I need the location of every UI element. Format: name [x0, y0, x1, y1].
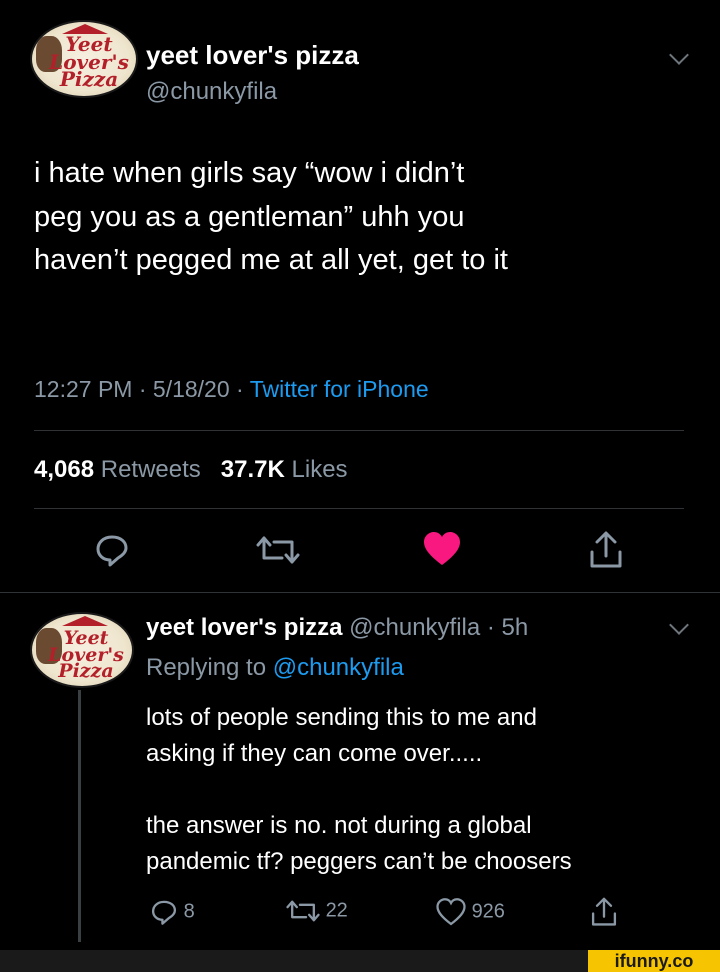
reply-retweet-action[interactable]: 22 — [286, 898, 348, 924]
divider — [34, 508, 684, 509]
likes-count: 37.7K — [220, 456, 285, 483]
retweets-label: Retweets — [100, 456, 201, 483]
tweet-text-line: i hate when girls say “wow i didn’t — [34, 157, 465, 189]
retweet-icon — [286, 900, 320, 922]
heart-filled-icon[interactable] — [422, 531, 462, 567]
retweets-count: 4,068 — [34, 456, 95, 483]
watermark: ifunny.co — [588, 950, 720, 972]
heart-outline-icon — [436, 898, 466, 926]
avatar-roof-graphic — [62, 616, 108, 626]
reply-count: 8 — [183, 900, 195, 923]
tweet-source[interactable]: Twitter for iPhone — [250, 376, 429, 402]
avatar-logo-text: Yeet Lover's Pizza — [48, 627, 124, 683]
reply-text: lots of people sending this to me and as… — [146, 700, 706, 880]
avatar-logo-text: Yeet Lover's Pizza — [49, 32, 129, 92]
replying-to-prefix: Replying to — [146, 654, 267, 681]
retweets-stat[interactable]: 4,068 Retweets — [34, 456, 207, 483]
likes-label: Likes — [291, 456, 348, 483]
divider — [34, 430, 684, 431]
tweet-stats: 4,068 Retweets 37.7K Likes — [34, 456, 348, 484]
chevron-down-icon[interactable] — [669, 45, 689, 65]
tweet-text-line: peg you as a gentleman” uhh you — [34, 200, 465, 233]
reply-author-display-name[interactable]: yeet lover's pizza — [146, 614, 342, 641]
reply-icon[interactable] — [94, 532, 130, 568]
divider — [0, 592, 720, 593]
tweet-time: 12:27 PM — [34, 376, 133, 402]
share-icon[interactable] — [590, 896, 618, 928]
meta-separator: · — [138, 376, 147, 402]
reply-reply-action[interactable]: 8 — [150, 898, 195, 926]
like-count: 926 — [471, 900, 505, 923]
reply-header: yeet lover's pizza @chunkyfila · 5h — [146, 614, 528, 642]
tweet-text-line: haven’t pegged me at all yet, get to it — [34, 244, 508, 276]
reply-text-line: the answer is no. not during a global — [146, 812, 532, 839]
meta-separator: · — [236, 376, 244, 402]
reply-like-action[interactable]: 926 — [436, 898, 505, 926]
thread-line — [78, 690, 81, 942]
reply-text-line: asking if they can come over..... — [146, 740, 483, 767]
reply-text-line: pandemic tf? peggers can’t be choosers — [146, 848, 572, 875]
reply-author-handle-time[interactable]: @chunkyfila · 5h — [349, 614, 528, 641]
tweet-text: i hate when girls say “wow i didn’t peg … — [34, 152, 704, 283]
likes-stat[interactable]: 37.7K Likes — [221, 456, 348, 483]
replying-to-handle[interactable]: @chunkyfila — [273, 654, 404, 681]
retweet-icon[interactable] — [256, 534, 300, 566]
chevron-down-icon[interactable] — [669, 615, 689, 635]
reply-icon — [151, 900, 177, 925]
share-icon[interactable] — [588, 530, 624, 570]
replying-to: Replying to @chunkyfila — [146, 654, 404, 682]
tweet-meta: 12:27 PM · 5/18/20 · Twitter for iPhone — [34, 376, 429, 403]
reply-text-line: lots of people sending this to me and — [146, 704, 537, 731]
author-display-name[interactable]: yeet lover's pizza — [146, 40, 359, 71]
retweet-count: 22 — [325, 899, 348, 922]
tweet-date[interactable]: 5/18/20 — [153, 376, 230, 402]
author-handle[interactable]: @chunkyfila — [146, 78, 277, 106]
reply-author-avatar[interactable]: Yeet Lover's Pizza — [30, 612, 134, 688]
author-avatar[interactable]: Yeet Lover's Pizza — [30, 20, 138, 98]
